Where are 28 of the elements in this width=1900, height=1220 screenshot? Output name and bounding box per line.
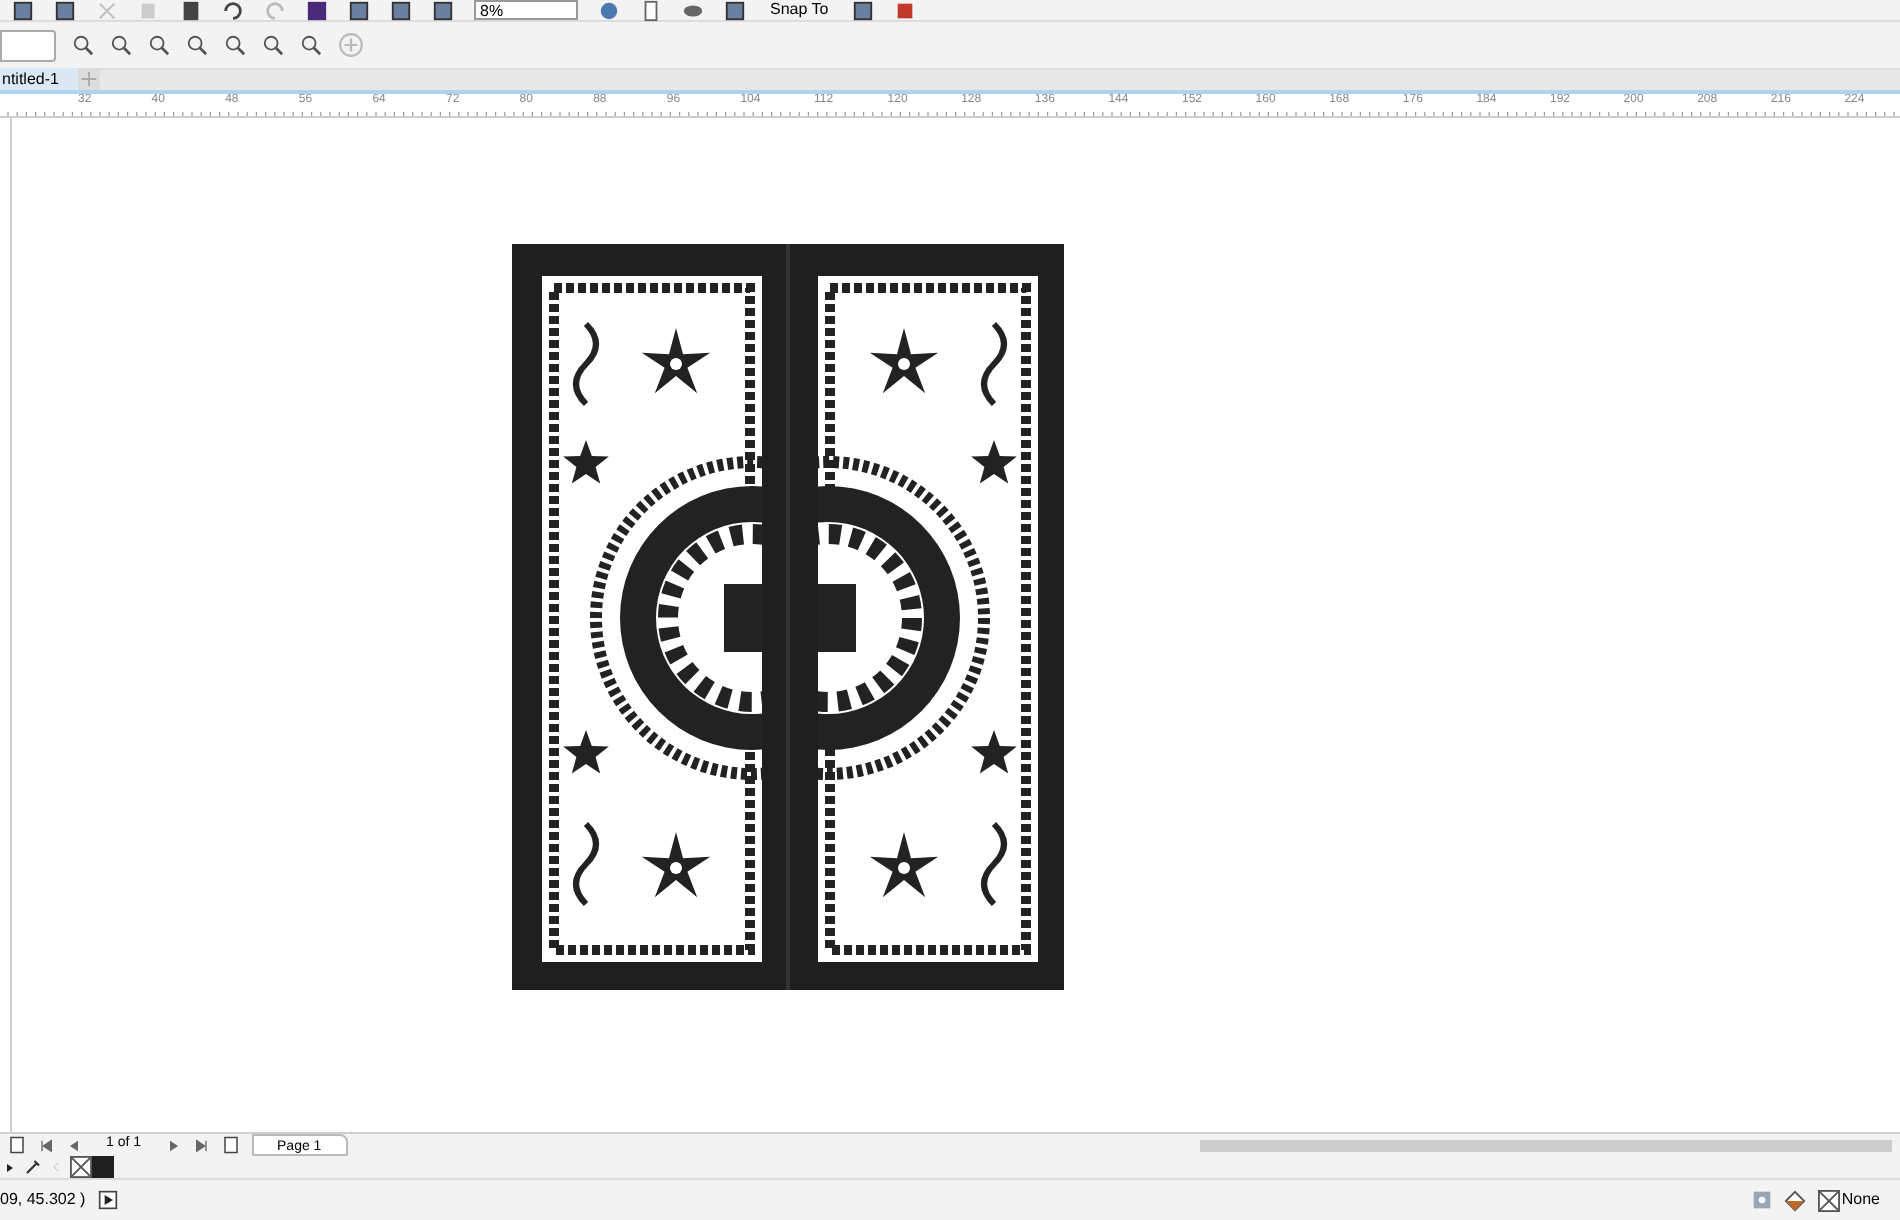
previous-page-icon[interactable]: [66, 1137, 82, 1153]
page-icon[interactable]: [640, 0, 662, 21]
zoom-combo-field[interactable]: [0, 29, 56, 61]
globe-icon[interactable]: [598, 0, 620, 21]
next-page-icon[interactable]: [165, 1137, 182, 1153]
app-launcher-icon[interactable]: [306, 0, 328, 21]
fill-bucket-icon[interactable]: [1783, 1189, 1806, 1211]
add-page-icon[interactable]: [8, 1136, 26, 1154]
add-page-after-icon[interactable]: [221, 1136, 240, 1154]
zoom-level-dropdown[interactable]: 8%: [474, 0, 578, 20]
paste-icon[interactable]: [180, 0, 202, 21]
horizontal-scrollbar[interactable]: [1199, 1139, 1892, 1151]
expand-icon[interactable]: [97, 1190, 118, 1210]
no-fill-swatch-icon[interactable]: [1817, 1189, 1840, 1211]
document-tab[interactable]: ntitled-1: [0, 68, 79, 90]
cursor-coordinates: 09, 45.302 ): [0, 1188, 86, 1212]
zoom-in-icon[interactable]: [72, 34, 94, 56]
zoom-out-icon[interactable]: [110, 34, 132, 56]
no-color-swatch-icon[interactable]: [70, 1156, 92, 1178]
fill-status: None: [1841, 1188, 1882, 1212]
undo-icon[interactable]: [222, 0, 244, 21]
last-page-icon[interactable]: [193, 1137, 210, 1153]
first-page-icon[interactable]: [38, 1137, 54, 1153]
play-icon[interactable]: [4, 1159, 16, 1175]
eyedropper-icon[interactable]: [24, 1158, 42, 1176]
color-swatch[interactable]: [92, 1156, 114, 1178]
eye-icon[interactable]: [682, 0, 704, 21]
snap-to-dropdown[interactable]: Snap To: [766, 0, 833, 20]
